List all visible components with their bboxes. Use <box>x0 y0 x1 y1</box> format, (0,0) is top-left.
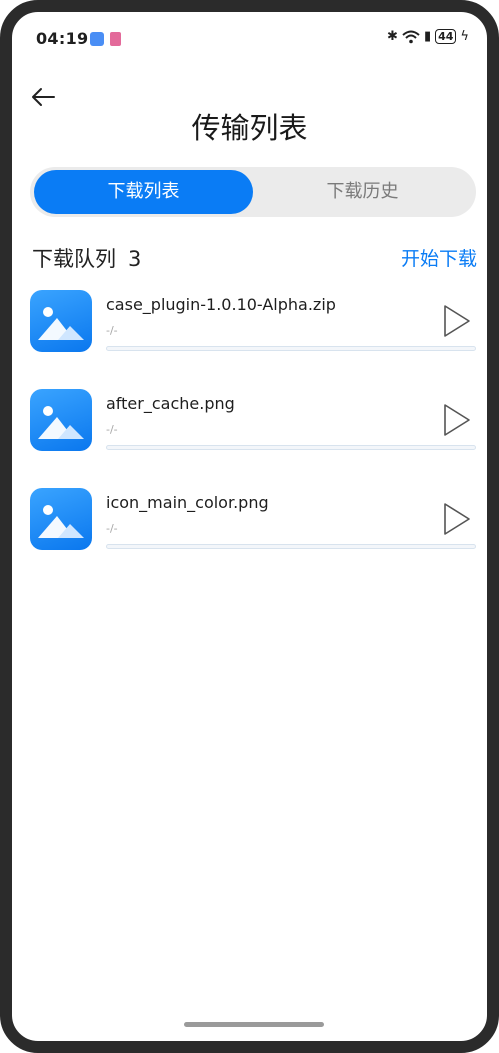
phone-frame: 04:19 ✱ ▮ 44 ϟ 传输列表 下载列表 下载历史 下载队列 3 开始下… <box>0 0 499 1053</box>
list-item: case_plugin-1.0.10-Alpha.zip -/- <box>30 290 480 356</box>
progress-text: -/- <box>106 324 118 337</box>
queue-count: 3 <box>128 247 142 271</box>
progress-text: -/- <box>106 522 118 535</box>
play-icon[interactable] <box>442 304 472 338</box>
list-item: icon_main_color.png -/- <box>30 488 480 554</box>
queue-label: 下载队列 <box>32 247 116 271</box>
progress-bar <box>106 445 476 450</box>
file-name: case_plugin-1.0.10-Alpha.zip <box>106 295 336 314</box>
tab-switcher: 下载列表 下载历史 <box>30 167 476 217</box>
start-download-button[interactable]: 开始下载 <box>401 244 477 271</box>
home-indicator[interactable] <box>184 1022 324 1027</box>
battery-level: 44 <box>435 29 457 44</box>
file-name: icon_main_color.png <box>106 493 269 512</box>
app-notification-icon <box>110 32 121 46</box>
bluetooth-icon: ✱ <box>387 29 398 44</box>
queue-header: 下载队列 3 <box>32 243 141 273</box>
progress-bar <box>106 544 476 549</box>
image-file-icon <box>30 290 92 352</box>
play-icon[interactable] <box>442 403 472 437</box>
progress-bar <box>106 346 476 351</box>
signal-status-icon: ▮ <box>423 29 432 44</box>
wifi-icon <box>402 30 420 43</box>
tab-download-history[interactable]: 下载历史 <box>253 170 472 214</box>
status-right-group: ✱ ▮ 44 ϟ <box>387 29 469 44</box>
image-file-icon <box>30 488 92 550</box>
play-icon[interactable] <box>442 502 472 536</box>
tab-download-list[interactable]: 下载列表 <box>34 170 253 214</box>
usb-icon <box>90 32 104 46</box>
status-bar: 04:19 ✱ ▮ 44 ϟ <box>12 12 487 64</box>
list-item: after_cache.png -/- <box>30 389 480 455</box>
status-time: 04:19 <box>36 29 89 48</box>
progress-text: -/- <box>106 423 118 436</box>
image-file-icon <box>30 389 92 451</box>
page-title: 传输列表 <box>191 111 308 145</box>
file-name: after_cache.png <box>106 394 235 413</box>
screen: 04:19 ✱ ▮ 44 ϟ 传输列表 下载列表 下载历史 下载队列 3 开始下… <box>12 12 487 1041</box>
charging-icon: ϟ <box>460 29 469 44</box>
